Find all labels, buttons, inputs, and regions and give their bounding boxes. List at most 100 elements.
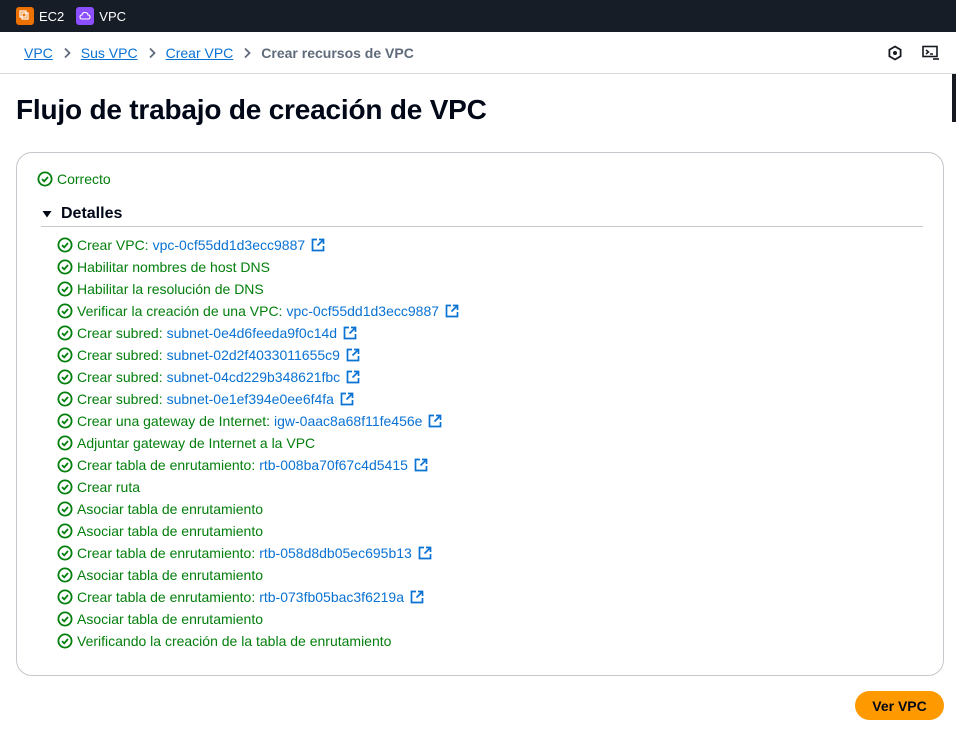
breadcrumb: VPC Sus VPC Crear VPC Crear recursos de …: [0, 32, 956, 74]
resource-link[interactable]: subnet-0e1ef394e0ee6f4fa: [167, 391, 334, 407]
external-link-icon[interactable]: [346, 348, 360, 362]
workflow-step: Asociar tabla de enrutamiento: [57, 498, 459, 520]
chevron-right-icon: [242, 47, 252, 59]
step-text: Habilitar la resolución de DNS: [77, 281, 264, 297]
resource-link[interactable]: rtb-073fb05bac3f6219a: [259, 589, 404, 605]
workflow-step: Crear tabla de enrutamiento: rtb-073fb05b…: [57, 586, 459, 608]
step-text: Crear tabla de enrutamiento:: [77, 589, 256, 605]
resource-link[interactable]: igw-0aac8a68f11fe456e: [274, 413, 422, 429]
workflow-step: Crear una gateway de Internet: igw-0aac8a…: [57, 410, 459, 432]
service-shortcut-ec2[interactable]: EC2: [16, 7, 64, 25]
workflow-container: Correcto Detalles Crear VPC: vpc-0cf55dd1…: [16, 152, 944, 676]
step-text: Crear subred:: [77, 391, 163, 407]
success-check-icon: [37, 171, 53, 187]
success-check-icon: [57, 589, 73, 605]
step-text: Habilitar nombres de host DNS: [77, 259, 270, 275]
step-text: Asociar tabla de enrutamiento: [77, 567, 263, 583]
page-title: Flujo de trabajo de creación de VPC: [16, 94, 487, 125]
workflow-step: Crear tabla de enrutamiento: rtb-008ba70f…: [57, 454, 459, 476]
workflow-step: Crear subred: subnet-0e4d6feeda9f0c14d: [57, 322, 459, 344]
chevron-right-icon: [62, 47, 72, 59]
success-check-icon: [57, 259, 73, 275]
success-check-icon: [57, 391, 73, 407]
chevron-right-icon: [147, 47, 157, 59]
success-check-icon: [57, 545, 73, 561]
step-text: Asociar tabla de enrutamiento: [77, 523, 263, 539]
vpc-service-icon: [76, 7, 95, 25]
workflow-step: Asociar tabla de enrutamiento: [57, 520, 459, 542]
external-link-icon[interactable]: [414, 458, 428, 472]
success-check-icon: [57, 303, 73, 319]
breadcrumb-link-crear-vpc[interactable]: Crear VPC: [166, 45, 234, 61]
step-text: Crear subred:: [77, 369, 163, 385]
success-check-icon: [57, 611, 73, 627]
step-text: Crear VPC:: [77, 237, 149, 253]
step-text: Verificando la creación de la tabla de e…: [77, 633, 392, 649]
success-check-icon: [57, 325, 73, 341]
success-check-icon: [57, 281, 73, 297]
workflow-step: Verificando la creación de la tabla de e…: [57, 630, 459, 652]
success-check-icon: [57, 413, 73, 429]
top-navigation-bar: EC2 VPC: [0, 0, 956, 32]
help-panel-icon[interactable]: [886, 44, 904, 62]
workflow-step: Crear tabla de enrutamiento: rtb-058d8db0…: [57, 542, 459, 564]
resource-link[interactable]: rtb-058d8db05ec695b13: [259, 545, 412, 561]
workflow-step: Crear subred: subnet-02d2f4033011655c9: [57, 344, 459, 366]
external-link-icon[interactable]: [343, 326, 357, 340]
success-check-icon: [57, 501, 73, 517]
resource-link[interactable]: subnet-04cd229b348621fbc: [167, 369, 341, 385]
page-tools: [886, 44, 940, 62]
success-check-icon: [57, 457, 73, 473]
details-label: Detalles: [61, 205, 123, 222]
workflow-step: Adjuntar gateway de Internet a la VPC: [57, 432, 459, 454]
workflow-step: Habilitar la resolución de DNS: [57, 278, 459, 300]
success-check-icon: [57, 237, 73, 253]
resource-link[interactable]: subnet-02d2f4033011655c9: [167, 347, 340, 363]
cloudshell-icon[interactable]: [922, 44, 940, 62]
breadcrumb-current: Crear recursos de VPC: [261, 44, 414, 61]
workflow-step: Habilitar nombres de host DNS: [57, 256, 459, 278]
workflow-step: Crear ruta: [57, 476, 459, 498]
service-label-vpc: VPC: [99, 8, 127, 24]
view-vpc-button[interactable]: Ver VPC: [855, 691, 944, 720]
external-link-icon[interactable]: [340, 392, 354, 406]
ec2-service-icon: [16, 7, 34, 25]
external-link-icon[interactable]: [445, 304, 459, 318]
workflow-step: Asociar tabla de enrutamiento: [57, 564, 459, 586]
service-label-ec2: EC2: [39, 8, 65, 24]
success-check-icon: [57, 567, 73, 583]
workflow-step: Crear subred: subnet-0e1ef394e0ee6f4fa: [57, 388, 459, 410]
step-text: Crear tabla de enrutamiento:: [77, 545, 256, 561]
status-indicator: Correcto: [37, 171, 111, 187]
workflow-step: Crear VPC: vpc-0cf55dd1d3ecc9887: [57, 234, 459, 256]
external-link-icon[interactable]: [311, 238, 325, 252]
step-text: Asociar tabla de enrutamiento: [77, 611, 263, 627]
breadcrumb-link-vpc[interactable]: VPC: [24, 45, 53, 61]
caret-down-icon[interactable]: [41, 207, 53, 225]
step-text: Crear ruta: [77, 479, 141, 495]
success-check-icon: [57, 479, 73, 495]
success-check-icon: [57, 369, 73, 385]
details-expandable-header[interactable]: Detalles: [41, 205, 923, 227]
success-check-icon: [57, 347, 73, 363]
success-check-icon: [57, 435, 73, 451]
resource-link[interactable]: subnet-0e4d6feeda9f0c14d: [167, 325, 337, 341]
success-check-icon: [57, 523, 73, 539]
resource-link[interactable]: vpc-0cf55dd1d3ecc9887: [153, 237, 306, 253]
side-panel-edge: [952, 74, 956, 122]
success-check-icon: [57, 633, 73, 649]
service-shortcut-vpc[interactable]: VPC: [76, 7, 126, 25]
breadcrumb-link-sus-vpc[interactable]: Sus VPC: [81, 45, 138, 61]
step-text: Crear una gateway de Internet:: [77, 413, 271, 429]
external-link-icon[interactable]: [428, 414, 442, 428]
step-text: Asociar tabla de enrutamiento: [77, 501, 263, 517]
status-label: Correcto: [57, 171, 111, 187]
external-link-icon[interactable]: [346, 370, 360, 384]
step-text: Crear subred:: [77, 325, 163, 341]
resource-link[interactable]: rtb-008ba70f67c4d5415: [259, 457, 408, 473]
external-link-icon[interactable]: [418, 546, 432, 560]
step-text: Adjuntar gateway de Internet a la VPC: [77, 435, 316, 451]
step-text: Crear tabla de enrutamiento:: [77, 457, 256, 473]
resource-link[interactable]: vpc-0cf55dd1d3ecc9887: [286, 303, 439, 319]
external-link-icon[interactable]: [410, 590, 424, 604]
